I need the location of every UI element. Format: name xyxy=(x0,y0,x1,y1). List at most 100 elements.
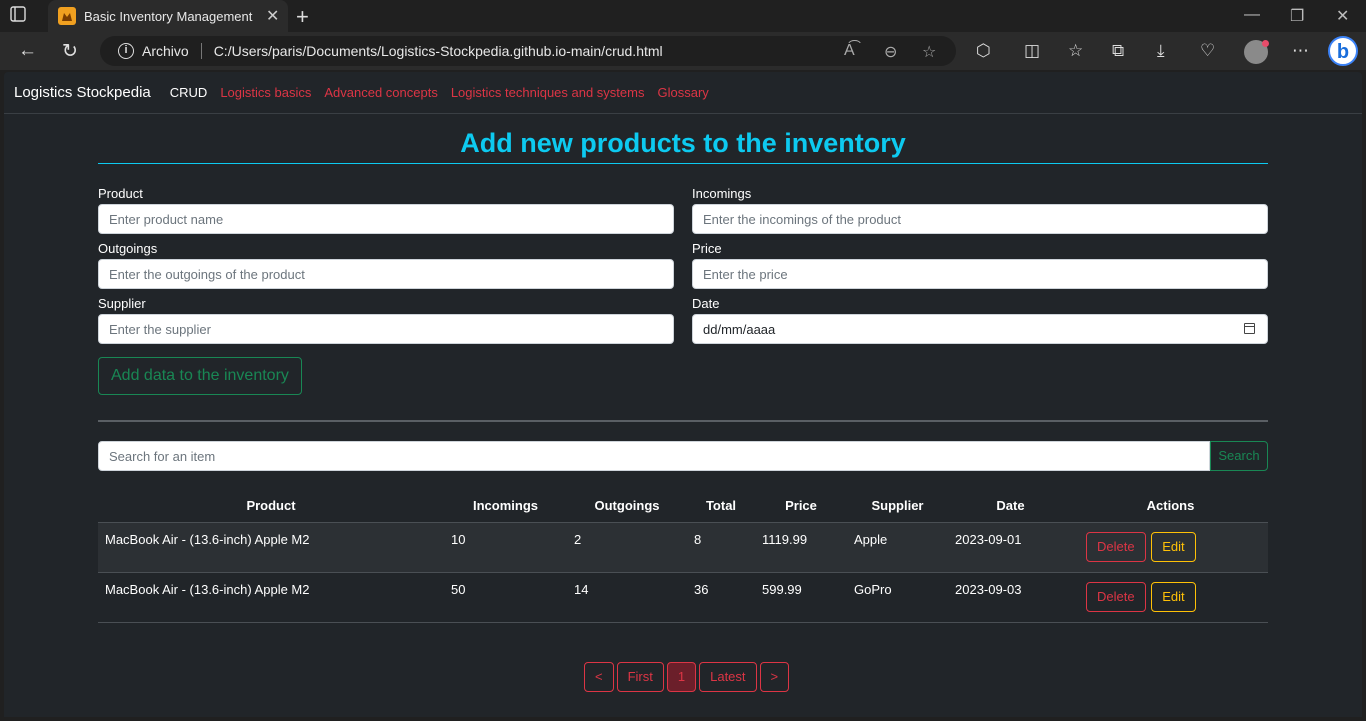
address-separator xyxy=(200,43,202,59)
reload-icon[interactable]: ↻ xyxy=(62,40,78,63)
calendar-icon[interactable] xyxy=(1244,323,1255,334)
more-menu-icon[interactable]: ⋯ xyxy=(1292,41,1309,61)
outgoings-input[interactable]: Enter the outgoings of the product xyxy=(98,259,674,289)
cell-date: 2023-09-01 xyxy=(948,522,1073,573)
date-input[interactable]: dd/mm/aaaa xyxy=(692,314,1268,344)
column-header-outgoings: Outgoings xyxy=(567,490,687,523)
date-input-value: dd/mm/aaaa xyxy=(703,321,776,337)
cell-date: 2023-09-03 xyxy=(948,572,1073,623)
product-field: Product Enter product name xyxy=(98,186,674,234)
minimize-icon[interactable]: — xyxy=(1244,6,1260,24)
supplier-label: Supplier xyxy=(98,296,146,311)
table-row: MacBook Air - (13.6-inch) Apple M2 50 14… xyxy=(98,572,1268,623)
tab-actions-icon[interactable] xyxy=(10,6,36,26)
price-input[interactable]: Enter the price xyxy=(692,259,1268,289)
nav-link-crud[interactable]: CRUD xyxy=(170,85,208,100)
pagination-current-page[interactable]: 1 xyxy=(666,662,697,692)
navbar-brand[interactable]: Logistics Stockpedia xyxy=(14,84,151,101)
product-form: Product Enter product name Incomings Ent… xyxy=(98,186,1268,344)
pagination-latest[interactable]: Latest xyxy=(699,662,757,692)
add-data-button[interactable]: Add data to the inventory xyxy=(98,357,302,395)
search-button[interactable]: Search xyxy=(1210,441,1268,471)
cell-price: 599.99 xyxy=(755,572,847,623)
site-navbar: Logistics Stockpedia CRUD Logistics basi… xyxy=(4,72,1362,114)
info-icon[interactable]: i xyxy=(118,43,134,59)
page-viewport: Logistics Stockpedia CRUD Logistics basi… xyxy=(4,72,1362,717)
cell-product: MacBook Air - (13.6-inch) Apple M2 xyxy=(98,572,444,623)
url-text[interactable]: C:/Users/paris/Documents/Logistics-Stock… xyxy=(214,43,663,59)
page-title: Add new products to the inventory xyxy=(460,128,906,158)
incomings-input[interactable]: Enter the incomings of the product xyxy=(692,204,1268,234)
browser-essentials-icon[interactable]: ♡ xyxy=(1200,41,1215,61)
search-input[interactable]: Search for an item xyxy=(98,441,1210,471)
downloads-icon[interactable]: ⤓ xyxy=(1157,41,1165,61)
cell-supplier: Apple xyxy=(847,522,948,573)
pagination-prev[interactable]: < xyxy=(584,662,614,692)
cell-outgoings: 2 xyxy=(567,522,687,573)
address-bar[interactable]: i Archivo C:/Users/paris/Documents/Logis… xyxy=(100,36,956,66)
column-header-supplier: Supplier xyxy=(847,490,948,523)
incomings-label: Incomings xyxy=(692,186,752,201)
nav-link-techniques-systems[interactable]: Logistics techniques and systems xyxy=(451,85,645,100)
delete-button[interactable]: Delete xyxy=(1086,581,1146,612)
browser-tab-bar: Basic Inventory Management (CRUD) ✕ + — … xyxy=(0,0,1366,32)
cell-incomings: 50 xyxy=(444,572,567,623)
cell-actions: Delete Edit xyxy=(1073,522,1268,573)
price-label: Price xyxy=(692,241,722,256)
new-tab-icon[interactable]: + xyxy=(296,4,309,30)
date-label: Date xyxy=(692,296,720,311)
cell-price: 1119.99 xyxy=(755,522,847,573)
profile-notification-dot xyxy=(1262,40,1269,47)
close-tab-icon[interactable]: ✕ xyxy=(266,6,279,26)
cell-product: MacBook Air - (13.6-inch) Apple M2 xyxy=(98,522,444,573)
cell-incomings: 10 xyxy=(444,522,567,573)
product-label: Product xyxy=(98,186,143,201)
outgoings-label: Outgoings xyxy=(98,241,158,256)
favorites-icon[interactable]: ☆ xyxy=(1068,41,1083,61)
cell-outgoings: 14 xyxy=(567,572,687,623)
back-icon[interactable]: ← xyxy=(18,40,37,62)
pagination: < First 1 Latest > xyxy=(584,662,792,692)
window-close-icon[interactable]: ✕ xyxy=(1336,6,1349,26)
outgoings-field: Outgoings Enter the outgoings of the pro… xyxy=(98,241,674,289)
favorite-star-icon[interactable]: ☆ xyxy=(922,42,936,62)
edit-button[interactable]: Edit xyxy=(1151,531,1196,562)
tab-title: Basic Inventory Management (CRUD) xyxy=(84,8,256,24)
nav-link-glossary[interactable]: Glossary xyxy=(657,85,708,100)
copilot-icon[interactable]: b xyxy=(1328,36,1358,66)
nav-link-logistics-basics[interactable]: Logistics basics xyxy=(220,85,311,100)
delete-button[interactable]: Delete xyxy=(1086,531,1146,562)
cell-total: 8 xyxy=(687,522,755,573)
column-header-incomings: Incomings xyxy=(444,490,567,523)
zoom-icon[interactable]: ⊖ xyxy=(884,42,897,62)
date-field: Date dd/mm/aaaa xyxy=(692,296,1268,344)
browser-tab[interactable]: Basic Inventory Management (CRUD) ✕ xyxy=(48,0,288,32)
cell-supplier: GoPro xyxy=(847,572,948,623)
column-header-product: Product xyxy=(98,490,444,523)
incomings-field: Incomings Enter the incomings of the pro… xyxy=(692,186,1268,234)
read-aloud-icon[interactable]: A͡ xyxy=(844,42,855,60)
pagination-next[interactable]: > xyxy=(759,662,790,692)
column-header-date: Date xyxy=(948,490,1073,523)
column-header-price: Price xyxy=(755,490,847,523)
edit-button[interactable]: Edit xyxy=(1151,581,1196,612)
browser-toolbar: ← ↻ i Archivo C:/Users/paris/Documents/L… xyxy=(0,32,1366,70)
column-header-actions: Actions xyxy=(1073,490,1268,523)
cell-actions: Delete Edit xyxy=(1073,572,1268,623)
collections-icon[interactable]: ⧉ xyxy=(1112,41,1124,61)
pagination-first[interactable]: First xyxy=(616,662,664,692)
price-field: Price Enter the price xyxy=(692,241,1268,289)
extensions-icon[interactable]: ⬡ xyxy=(976,41,991,61)
search-bar: Search for an item Search xyxy=(98,441,1268,471)
table-row: MacBook Air - (13.6-inch) Apple M2 10 2 … xyxy=(98,522,1268,573)
supplier-input[interactable]: Enter the supplier xyxy=(98,314,674,344)
supplier-field: Supplier Enter the supplier xyxy=(98,296,674,344)
section-divider xyxy=(98,420,1268,422)
inventory-table: Product Incomings Outgoings Total Price … xyxy=(98,490,1268,623)
nav-link-advanced-concepts[interactable]: Advanced concepts xyxy=(324,85,437,100)
site-favicon-icon xyxy=(58,7,76,25)
product-input[interactable]: Enter product name xyxy=(98,204,674,234)
restore-icon[interactable]: ❐ xyxy=(1290,6,1304,26)
cell-total: 36 xyxy=(687,572,755,623)
split-screen-icon[interactable]: ◫ xyxy=(1024,41,1040,61)
